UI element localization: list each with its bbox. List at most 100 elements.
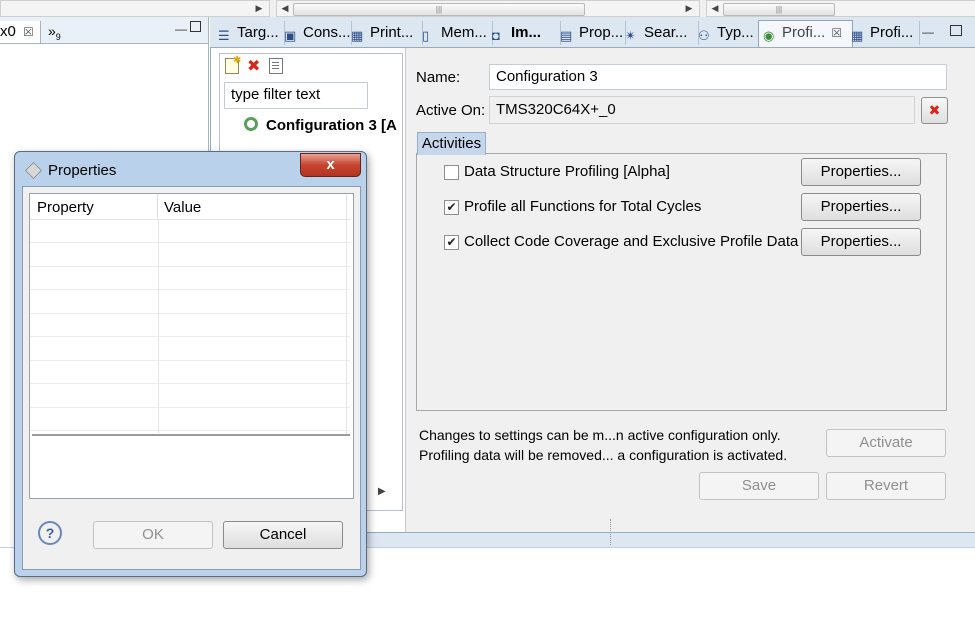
activity-properties-button[interactable]: Properties... xyxy=(801,158,921,186)
properties-table[interactable]: Property Value xyxy=(29,193,354,499)
close-icon[interactable]: ☒ xyxy=(23,25,34,39)
help-glyph: ? xyxy=(45,525,55,541)
dialog-client: Property Value ? OK Cancel xyxy=(22,186,361,570)
delete-icon[interactable]: ✖ xyxy=(247,56,260,76)
scroll-left-arrow-icon[interactable]: ◀ xyxy=(709,1,721,16)
table-row[interactable] xyxy=(30,360,350,384)
tab-10[interactable]: ▦ Profi... xyxy=(847,21,920,45)
help-icon[interactable]: ? xyxy=(38,521,62,545)
table-row[interactable] xyxy=(30,243,350,267)
left-horizontal-scrollbar[interactable]: ▶ xyxy=(0,0,270,17)
tab-label: Profi... xyxy=(870,24,914,41)
configuration-form: Name: Configuration 3 Active On: TMS320C… xyxy=(405,48,975,532)
search-icon: ✴ xyxy=(625,28,636,43)
scroll-right-arrow-icon[interactable]: ▶ xyxy=(253,1,265,16)
note-line-2: Profiling data will be removed... a conf… xyxy=(419,447,788,463)
hierarchy-icon: ⚇ xyxy=(698,28,710,43)
tab-4[interactable]: ▯ Mem... xyxy=(418,21,493,45)
name-label: Name: xyxy=(416,69,461,86)
revert-button[interactable]: Revert xyxy=(826,472,946,500)
new-configuration-icon[interactable]: ✱ xyxy=(225,55,241,74)
filter-input[interactable]: type filter text xyxy=(224,82,368,109)
dialog-titlebar[interactable]: Properties x xyxy=(15,152,366,186)
dialog-title: Properties xyxy=(48,162,117,179)
middle-horizontal-scrollbar[interactable]: ◀ ||| ▶ xyxy=(276,0,700,17)
active-on-field: TMS320C64X+_0 xyxy=(489,96,915,124)
status-separator xyxy=(610,519,612,545)
tab-label: Profi... xyxy=(782,24,826,41)
activity-label: Data Structure Profiling [Alpha] xyxy=(464,163,670,180)
activate-button[interactable]: Activate xyxy=(826,429,946,457)
tab-label: Sear... xyxy=(644,24,688,41)
activity-checkbox[interactable]: ✔ xyxy=(444,200,459,215)
activity-row: ✔ Profile all Functions for Total Cycles P… xyxy=(406,192,966,222)
view-tabbar: ☰ Targ... ▣ Cons... ▦ Print... ▯ Mem... ◘ Im... ▤ P… xyxy=(210,17,975,48)
tab-9[interactable]: ◉ Profi... ☒ xyxy=(758,20,853,48)
activity-row: ✔ Collect Code Coverage and Exclusive Pro… xyxy=(406,227,966,257)
table-row[interactable] xyxy=(30,313,350,337)
maximize-icon[interactable] xyxy=(190,21,201,32)
activity-properties-button[interactable]: Properties... xyxy=(801,193,921,221)
left-view-tabbar: x0 ☒ »9 — xyxy=(0,17,208,44)
sash[interactable] xyxy=(32,434,350,436)
column-header-property[interactable]: Property xyxy=(37,199,94,216)
table-icon: ▦ xyxy=(351,28,364,43)
activity-row: Data Structure Profiling [Alpha] Properti… xyxy=(406,157,966,187)
close-icon[interactable]: ☒ xyxy=(831,26,842,40)
table-row[interactable] xyxy=(30,407,350,431)
top-scrollbar-strip: ▶ ◀ ||| ▶ ◀ ||| xyxy=(0,0,975,17)
scroll-right-arrow-icon[interactable]: ▶ xyxy=(683,1,695,16)
left-view-tab[interactable]: x0 ☒ xyxy=(0,21,41,43)
console-icon: ▣ xyxy=(284,28,297,43)
tab-overflow-button[interactable]: »9 xyxy=(48,23,61,42)
name-input[interactable]: Configuration 3 xyxy=(489,64,947,90)
list-toolbar: ✱ ✖ xyxy=(223,55,399,77)
tab-1[interactable]: ☰ Targ... xyxy=(214,21,285,45)
column-divider xyxy=(346,194,347,435)
tab-activities[interactable]: Activities xyxy=(417,132,486,155)
column-divider xyxy=(158,219,159,433)
minimize-icon[interactable]: — xyxy=(922,25,934,39)
minimize-icon[interactable]: — xyxy=(175,22,187,36)
cancel-button[interactable]: Cancel xyxy=(223,521,343,549)
tab-label: Im... xyxy=(511,24,542,41)
column-header-value[interactable]: Value xyxy=(164,199,201,216)
tab-label: Prop... xyxy=(579,24,624,41)
profile-icon: ◉ xyxy=(763,28,775,43)
left-view-tab-label: x0 xyxy=(0,23,16,40)
table-row[interactable] xyxy=(30,337,350,361)
table-row[interactable] xyxy=(30,266,350,290)
activity-checkbox[interactable] xyxy=(444,165,459,180)
scroll-right-arrow-icon[interactable]: ▶ xyxy=(378,486,386,497)
tab-8[interactable]: ⚇ Typ... xyxy=(694,21,763,45)
table-row[interactable] xyxy=(30,290,350,314)
tab-7[interactable]: ✴ Sear... xyxy=(621,21,699,45)
memory-icon: ▯ xyxy=(422,28,430,43)
table-row[interactable] xyxy=(30,384,350,408)
activity-properties-button[interactable]: Properties... xyxy=(801,228,921,256)
activity-checkbox[interactable]: ✔ xyxy=(444,235,459,250)
close-button[interactable]: x xyxy=(300,153,361,177)
scroll-left-arrow-icon[interactable]: ◀ xyxy=(279,1,291,16)
ok-button[interactable]: OK xyxy=(93,521,213,549)
tab-3[interactable]: ▦ Print... xyxy=(347,21,423,45)
scrollbar-thumb[interactable]: ||| xyxy=(293,3,585,16)
maximize-icon[interactable] xyxy=(950,25,962,36)
list-item[interactable]: Configuration 3 [A xyxy=(244,115,400,137)
tab-label: Typ... xyxy=(717,24,754,41)
target-icon: ☰ xyxy=(218,28,230,43)
copy-icon[interactable] xyxy=(269,58,283,74)
table-row[interactable] xyxy=(30,219,350,243)
overflow-count: 9 xyxy=(55,31,61,42)
right-horizontal-scrollbar[interactable]: ◀ ||| xyxy=(706,0,975,17)
scrollbar-thumb[interactable]: ||| xyxy=(723,3,835,16)
remove-target-button[interactable]: ✖ xyxy=(921,97,948,124)
tab-2[interactable]: ▣ Cons... xyxy=(280,21,352,45)
save-button[interactable]: Save xyxy=(699,472,819,500)
table-icon: ▦ xyxy=(851,28,864,43)
profile-config-icon xyxy=(244,117,258,131)
tab-6[interactable]: ▤ Prop... xyxy=(556,21,626,45)
tab-5[interactable]: ◘ Im... xyxy=(488,21,561,45)
tab-label: Print... xyxy=(370,24,414,41)
properties-icon: ▤ xyxy=(560,28,573,43)
